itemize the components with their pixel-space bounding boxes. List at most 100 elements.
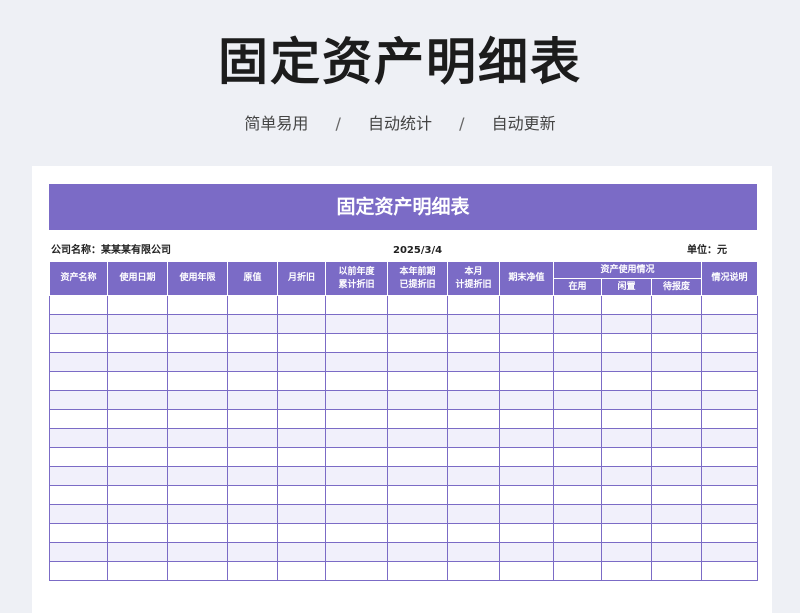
table-cell [49,314,108,334]
table-cell [553,295,602,315]
table-cell [650,428,703,448]
table-cell [387,485,448,505]
table-cell [499,561,554,581]
table-cell [650,523,703,543]
table-cell [447,371,500,391]
table-cell [277,295,326,315]
header-ending-net-value: 期末净值 [499,261,554,296]
table-cell [650,504,703,524]
header-prior-year-accumulated: 以前年度 累计折旧 [325,261,388,296]
table-cell [447,561,500,581]
tagline-auto-stats: 自动统计 [367,114,432,133]
table-cell [553,314,602,334]
table-cell [387,466,448,486]
table-cell [447,523,500,543]
table-cell [227,561,278,581]
table-cell [650,466,703,486]
table-cell [107,485,168,505]
table-cell [227,295,278,315]
header-in-use: 在用 [553,278,602,296]
table-cell [387,409,448,429]
table-cell [107,466,168,486]
table-cell [447,466,500,486]
table-cell [167,466,228,486]
table-cell [650,295,703,315]
sheet-banner-title: 固定资产明细表 [49,184,757,230]
table-cell [167,504,228,524]
table-cell [447,542,500,562]
table-cell [107,371,168,391]
table-cell [650,447,703,467]
table-cell [701,409,759,429]
table-row [49,561,759,581]
table-cell [107,561,168,581]
table-cell [227,371,278,391]
table-cell [701,352,759,372]
table-cell [107,447,168,467]
table-row [49,428,759,448]
table-cell [601,447,652,467]
table-row [49,371,759,391]
header-this-month-depreciation: 本月 计提折旧 [447,261,500,296]
table-cell [227,523,278,543]
table-cell [325,485,388,505]
table-cell [387,523,448,543]
asset-table: 资产名称 使用日期 使用年限 原值 月折旧 以前年度 累计折旧 本年前期 已提折… [49,261,759,581]
table-cell [107,409,168,429]
table-cell [650,352,703,372]
header-pending-scrap: 待报废 [650,278,703,296]
table-cell [49,447,108,467]
table-cell [277,409,326,429]
table-cell [553,428,602,448]
table-cell [387,390,448,410]
table-cell [701,428,759,448]
table-cell [499,333,554,353]
table-cell [107,352,168,372]
table-cell [701,561,759,581]
table-cell [107,504,168,524]
table-cell [227,485,278,505]
table-cell [447,504,500,524]
header-asset-name: 资产名称 [49,261,108,296]
table-cell [601,485,652,505]
table-cell [167,314,228,334]
table-cell [325,295,388,315]
table-row [49,352,759,372]
table-cell [167,428,228,448]
table-cell [227,428,278,448]
table-cell [277,428,326,448]
table-cell [650,485,703,505]
table-cell [227,390,278,410]
table-cell [167,447,228,467]
table-cell [325,561,388,581]
table-cell [499,542,554,562]
table-cell [49,428,108,448]
table-cell [601,542,652,562]
table-cell [107,333,168,353]
table-cell [447,390,500,410]
table-cell [601,314,652,334]
table-cell [227,314,278,334]
table-cell [167,523,228,543]
table-cell [499,409,554,429]
table-row [49,409,759,429]
table-cell [601,295,652,315]
header-use-date: 使用日期 [107,261,168,296]
tagline-separator: / [459,114,465,133]
table-cell [387,504,448,524]
header-notes: 情况说明 [701,261,759,296]
asset-table-body [49,295,759,581]
table-cell [601,428,652,448]
tagline-bar: 简单易用 / 自动统计 / 自动更新 [0,112,800,136]
table-cell [49,352,108,372]
table-cell [701,390,759,410]
table-cell [650,409,703,429]
table-cell [49,466,108,486]
header-original-value: 原值 [227,261,278,296]
table-cell [325,542,388,562]
table-cell [650,333,703,353]
table-cell [107,390,168,410]
table-cell [49,542,108,562]
table-cell [447,485,500,505]
header-text-line: 本月 [464,266,483,277]
